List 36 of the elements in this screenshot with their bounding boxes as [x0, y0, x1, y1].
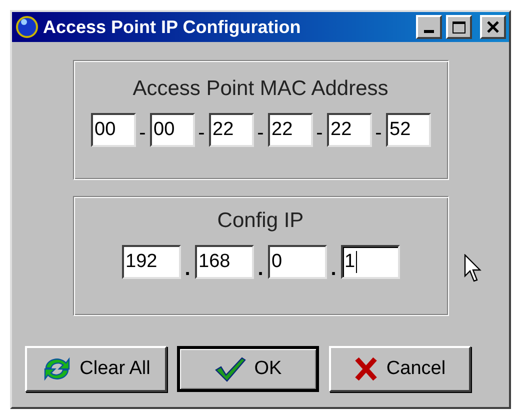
input-field[interactable]: 22 — [208, 113, 254, 147]
maximize-button[interactable] — [446, 15, 472, 39]
separator: . — [330, 259, 338, 279]
text-caret — [356, 251, 358, 273]
minimize-button[interactable] — [416, 15, 442, 39]
input-field[interactable]: 00 — [150, 113, 194, 147]
close-icon — [487, 21, 499, 33]
input-field[interactable]: 22 — [326, 113, 372, 147]
separator: - — [197, 121, 206, 146]
input-field[interactable]: 168 — [194, 245, 254, 279]
group-title: Config IP — [217, 209, 304, 233]
group-title: Access Point MAC Address — [132, 77, 388, 101]
input-field[interactable]: 22 — [268, 113, 312, 147]
dialog-button[interactable]: Cancel — [329, 346, 471, 392]
input-field[interactable]: 192 — [122, 245, 180, 279]
close-button[interactable] — [480, 15, 506, 39]
cross-icon — [354, 356, 378, 382]
separator: . — [184, 259, 192, 279]
separator: - — [374, 121, 383, 146]
input-field[interactable]: 00 — [90, 113, 136, 147]
globe-icon — [15, 15, 39, 39]
separator: - — [315, 121, 324, 146]
refresh-icon — [42, 355, 72, 383]
checkmark-icon — [214, 356, 246, 382]
separator: . — [256, 259, 264, 279]
dialog-button[interactable]: OK — [177, 346, 319, 392]
input-field[interactable]: 1 — [340, 245, 400, 279]
minimize-icon — [424, 30, 434, 33]
input-field[interactable]: 52 — [386, 113, 430, 147]
separator: - — [256, 121, 265, 146]
dialog-button[interactable]: Clear All — [25, 346, 167, 392]
maximize-icon — [452, 20, 466, 34]
window-title: Access Point IP Configuration — [43, 16, 302, 38]
separator: - — [138, 121, 147, 146]
input-field[interactable]: 0 — [268, 245, 326, 279]
mouse-pointer-icon — [464, 254, 482, 284]
